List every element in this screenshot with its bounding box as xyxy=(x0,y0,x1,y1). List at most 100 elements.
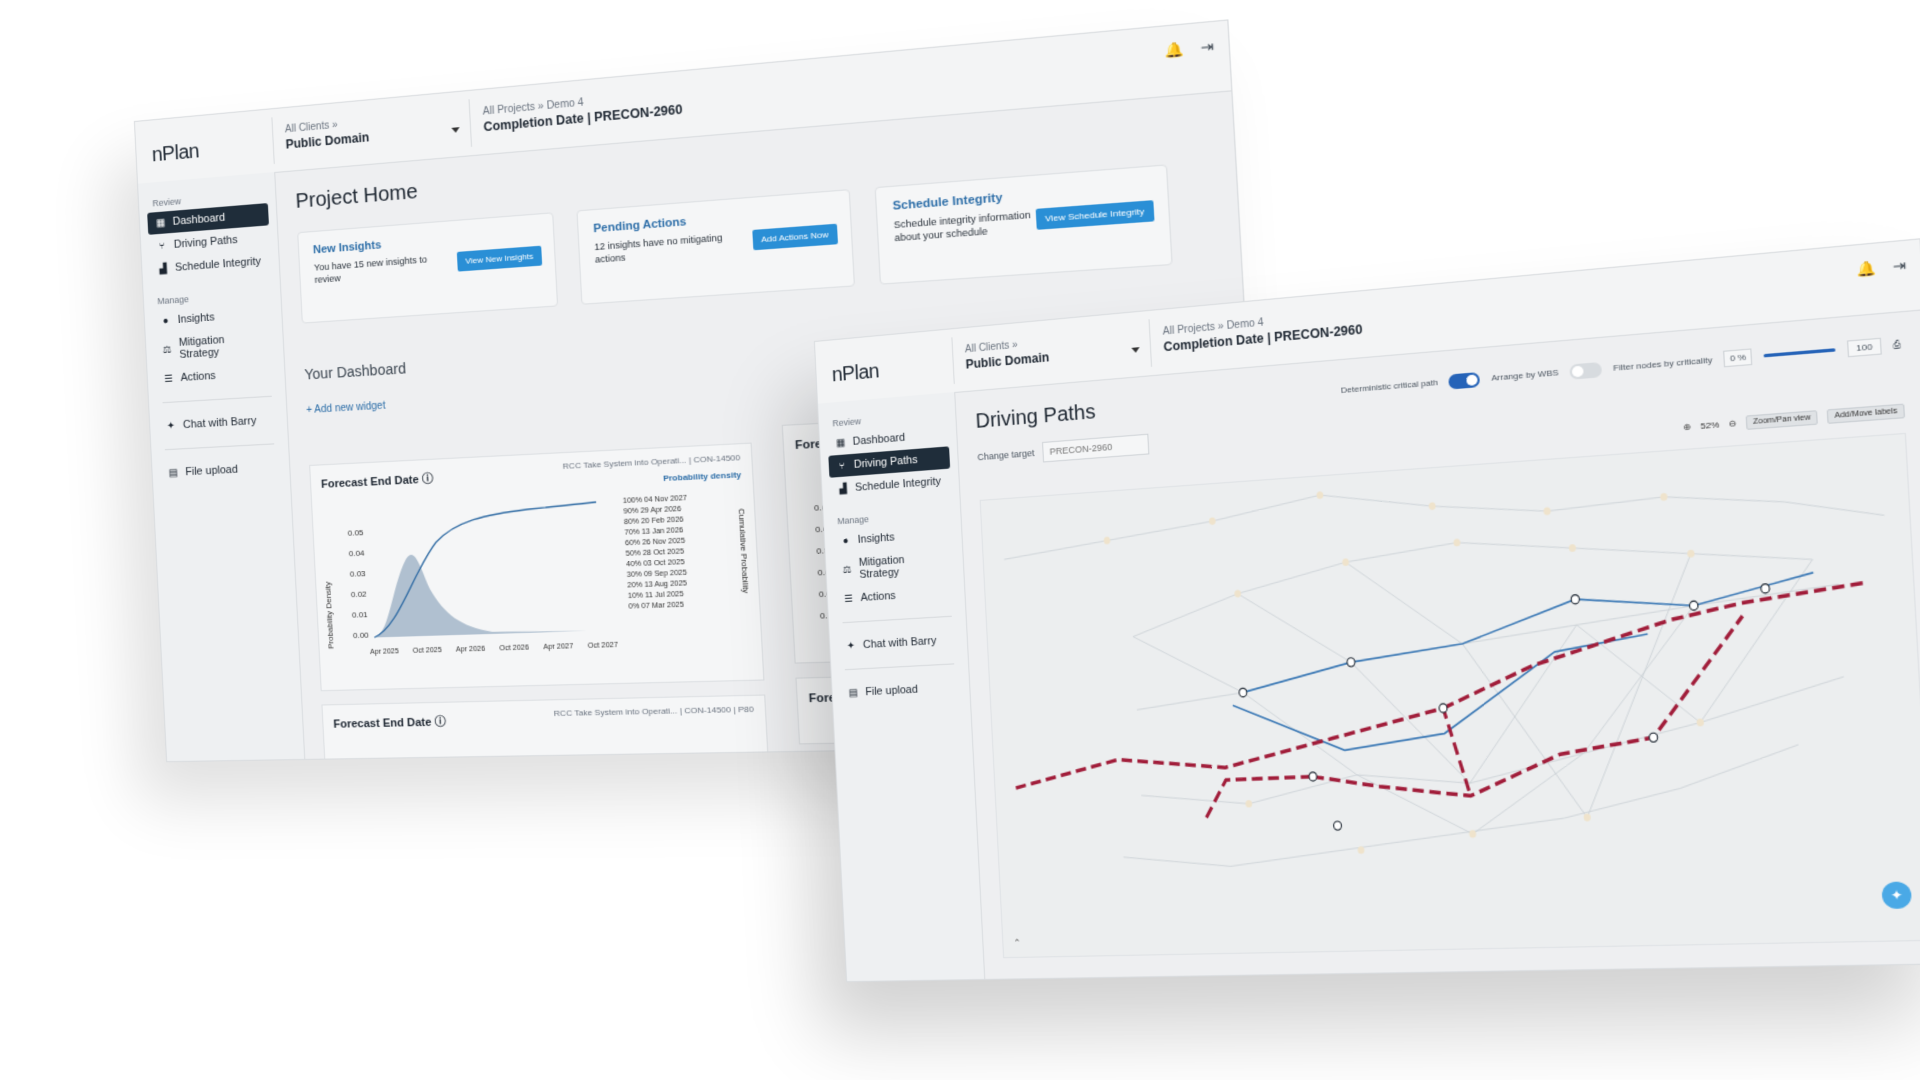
percentile-label: 70% 13 Jan 2026 xyxy=(624,527,683,537)
bell-icon[interactable]: 🔔 xyxy=(1164,40,1185,60)
chevron-down-icon[interactable] xyxy=(451,127,460,134)
chevron-up-icon[interactable]: ⌃ xyxy=(1013,937,1021,948)
bell-icon[interactable]: 🔔 xyxy=(1856,259,1877,279)
det-critical-toggle[interactable] xyxy=(1448,371,1481,390)
top-icons: 🔔 ⇥ xyxy=(1164,38,1215,60)
arrange-wbs-toggle[interactable] xyxy=(1569,361,1603,380)
filter-unit: % xyxy=(1737,352,1747,363)
sidebar-item-chat[interactable]: ✦ Chat with Barry xyxy=(837,629,959,658)
sparkle-icon: ✦ xyxy=(846,640,856,652)
bulb-icon: ● xyxy=(162,315,169,327)
percentile-label: 40% 03 Oct 2025 xyxy=(626,559,685,569)
sidebar-item-label: File upload xyxy=(185,463,239,479)
percentile-label: 90% 29 Apr 2026 xyxy=(623,506,681,516)
x-ticks: Apr 2025 Oct 2025 Apr 2026 Oct 2026 Apr … xyxy=(370,642,619,657)
y2-axis-label: Cumulative Probability xyxy=(736,508,751,593)
y-tick: 0.05 xyxy=(348,528,365,538)
grid-icon: ▦ xyxy=(155,216,166,229)
project-selector[interactable]: All Projects » Demo 4 Completion Date | … xyxy=(1150,299,1377,367)
x-tick: Apr 2026 xyxy=(456,645,486,653)
sidebar-item-file-upload[interactable]: ▤ File upload xyxy=(160,456,282,484)
sidebar-item-label: Schedule Integrity xyxy=(174,255,262,274)
logout-icon[interactable]: ⇥ xyxy=(1200,38,1214,57)
client-selector[interactable]: All Clients » Public Domain xyxy=(951,319,1153,384)
divider xyxy=(844,663,955,671)
sidebar-item-label: Driving Paths xyxy=(173,233,238,251)
percentile-label: 100% 04 Nov 2027 xyxy=(623,495,688,505)
list-icon: ☰ xyxy=(843,592,854,605)
add-actions-button[interactable]: Add Actions Now xyxy=(751,223,839,251)
bulb-icon: ● xyxy=(842,535,849,547)
app-logo: nPlan xyxy=(831,360,880,387)
view-insights-button[interactable]: View New Insights xyxy=(456,245,543,272)
add-labels-button[interactable]: Add/Move labels xyxy=(1826,403,1906,424)
project-selector[interactable]: All Projects » Demo 4 Completion Date | … xyxy=(470,79,697,147)
y-axis-label: Probability Density xyxy=(323,581,336,649)
driving-paths-canvas[interactable]: ✦ ⌃ xyxy=(979,432,1920,959)
view-schedule-integrity-button[interactable]: View Schedule Integrity xyxy=(1035,200,1155,230)
chart-title: Forecast End Date ⓘ xyxy=(333,716,447,731)
y-tick: 0.02 xyxy=(351,589,367,599)
sparkle-icon: ✦ xyxy=(166,420,176,432)
card-text: 12 insights have no mitigating actions xyxy=(594,232,723,265)
percentile-label: 50% 28 Oct 2025 xyxy=(625,548,684,558)
client-selector[interactable]: All Clients » Public Domain xyxy=(271,99,473,164)
sidebar-item-label: Dashboard xyxy=(172,211,226,228)
percentile-labels: 100% 04 Nov 2027 90% 29 Apr 2026 80% 20 … xyxy=(623,495,688,611)
network-graph xyxy=(981,434,1920,957)
app-logo: nPlan xyxy=(151,140,200,167)
percentile-label: 0% 07 Mar 2025 xyxy=(628,601,684,610)
change-target-input[interactable] xyxy=(1042,433,1150,463)
main-content: Driving Paths Deterministic critical pat… xyxy=(954,309,1920,979)
sidebar-item-label: Dashboard xyxy=(852,431,906,448)
filter-min-input[interactable]: 0 % xyxy=(1723,348,1753,368)
x-tick: Oct 2025 xyxy=(413,647,443,655)
info-icon[interactable]: ⓘ xyxy=(434,716,446,729)
sidebar-item-label: Driving Paths xyxy=(853,453,918,471)
filter-slider[interactable] xyxy=(1763,348,1836,358)
arrange-wbs-label: Arrange by WBS xyxy=(1491,367,1559,383)
chevron-down-icon[interactable] xyxy=(1131,347,1140,354)
file-icon: ▤ xyxy=(848,687,859,699)
card-text: Schedule integrity information about you… xyxy=(893,209,1032,244)
y-tick: 0.04 xyxy=(349,548,366,558)
divider xyxy=(842,615,952,624)
sidebar-item-file-upload[interactable]: ▤ File upload xyxy=(840,676,962,704)
sidebar-item-chat[interactable]: ✦ Chat with Barry xyxy=(157,409,279,438)
pending-actions-card: Pending Actions 12 insights have no miti… xyxy=(576,189,856,305)
chart-icon: ▟ xyxy=(839,483,847,495)
x-tick: Apr 2025 xyxy=(370,648,399,656)
file-icon: ▤ xyxy=(168,467,179,479)
print-icon[interactable]: ⎙ xyxy=(1893,339,1901,351)
sidebar-item-label: Mitigation Strategy xyxy=(858,553,905,581)
y-tick: 0.00 xyxy=(353,630,370,640)
scale-icon: ⚖ xyxy=(162,343,172,356)
list-icon: ☰ xyxy=(163,372,174,385)
y-ticks: 0.05 0.04 0.03 0.02 0.01 0.00 xyxy=(348,528,370,640)
density-area xyxy=(370,547,587,638)
sidebar-item-label: Mitigation Strategy xyxy=(178,333,225,361)
x-tick: Apr 2027 xyxy=(543,643,574,651)
logout-icon[interactable]: ⇥ xyxy=(1892,257,1906,276)
change-target-label: Change target xyxy=(977,447,1035,463)
filter-min-value: 0 xyxy=(1729,353,1736,364)
sidebar-item-label: Chat with Barry xyxy=(182,414,257,432)
zoom-pan-button[interactable]: Zoom/Pan view xyxy=(1745,410,1819,430)
chart-icon: ▟ xyxy=(159,263,167,275)
y-tick: 0.03 xyxy=(350,569,367,579)
filter-max-input[interactable]: 100 xyxy=(1847,337,1882,358)
stage: nPlan All Clients » Public Domain All Pr… xyxy=(0,0,1920,1080)
background-links xyxy=(1002,456,1903,873)
zoom-in-icon[interactable]: ⊕ xyxy=(1683,422,1691,432)
sidebar-item-label: Actions xyxy=(860,589,896,605)
grid-icon: ▦ xyxy=(835,436,846,449)
sidebar-item-label: Chat with Barry xyxy=(862,634,937,652)
chart-subtitle: RCC Take System into Operati... | CON-14… xyxy=(553,704,755,719)
forecast-chart-svg: Probability Density 0.05 0.04 0.03 0.02 … xyxy=(323,495,751,657)
divider xyxy=(162,395,272,404)
scale-icon: ⚖ xyxy=(842,563,852,576)
percentile-label: 30% 09 Sep 2025 xyxy=(627,569,688,579)
percentile-label: 10% 11 Jul 2025 xyxy=(628,591,684,600)
paths-icon: ⑂ xyxy=(838,460,846,472)
zoom-out-icon[interactable]: ⊖ xyxy=(1728,418,1736,429)
